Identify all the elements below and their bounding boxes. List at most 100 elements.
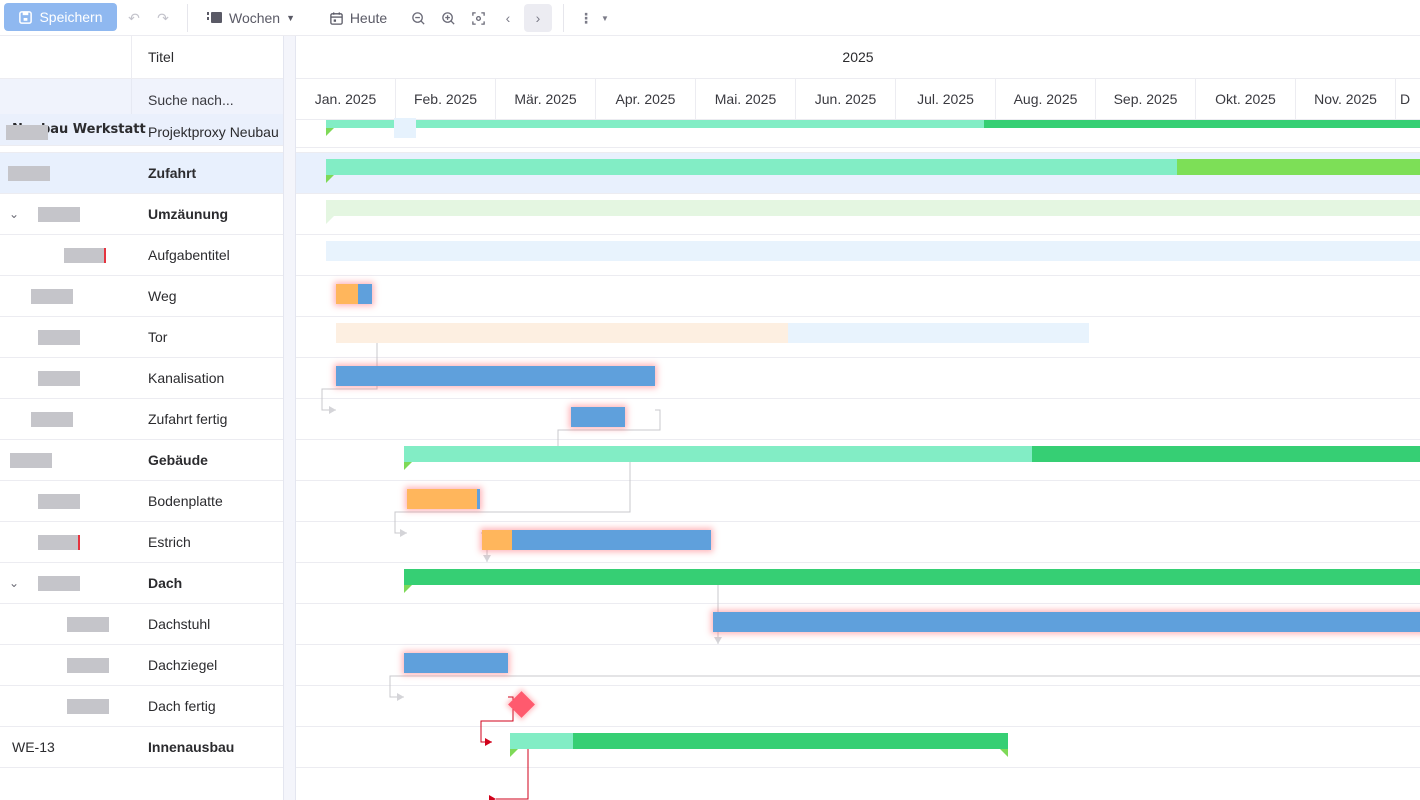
summary-bar-remaining[interactable] bbox=[1177, 159, 1420, 175]
task-row[interactable]: Dach fertig bbox=[0, 686, 283, 727]
chevron-down-icon[interactable]: ⌄ bbox=[9, 576, 19, 590]
more-menu-button[interactable]: ⋮ ▼ bbox=[578, 4, 610, 32]
task-remaining bbox=[571, 407, 625, 427]
task-progress bbox=[407, 489, 478, 509]
placeholder-bar-done[interactable] bbox=[336, 323, 788, 343]
redacted-id bbox=[38, 534, 80, 550]
task-remaining bbox=[336, 366, 655, 386]
task-bar[interactable] bbox=[336, 366, 655, 386]
task-title: Estrich bbox=[148, 534, 191, 550]
dependency-links bbox=[321, 327, 1420, 800]
task-row[interactable]: Dachstuhl bbox=[0, 604, 283, 645]
undo-button[interactable]: ↶ bbox=[120, 4, 148, 32]
task-remaining bbox=[477, 489, 480, 509]
task-bar[interactable] bbox=[407, 489, 480, 509]
redo-button[interactable]: ↷ bbox=[149, 4, 177, 32]
fit-screen-button[interactable] bbox=[464, 4, 492, 32]
task-title: Zufahrt fertig bbox=[148, 411, 228, 427]
summary-start-marker bbox=[326, 128, 334, 136]
task-id: WE-13 bbox=[12, 739, 55, 755]
task-row[interactable]: ⌄ Dach bbox=[0, 563, 283, 604]
summary-start-marker bbox=[510, 749, 518, 757]
task-row[interactable]: Kanalisation bbox=[0, 358, 283, 399]
summary-bar-remaining[interactable] bbox=[1032, 446, 1420, 462]
summary-bar-done[interactable] bbox=[510, 733, 573, 749]
task-bar[interactable] bbox=[713, 612, 1420, 632]
splitter-handle[interactable] bbox=[283, 36, 296, 800]
summary-bar-done[interactable] bbox=[326, 159, 1177, 175]
task-bar[interactable] bbox=[336, 284, 372, 304]
placeholder-bar[interactable] bbox=[394, 118, 416, 138]
summary-bar-collapsed[interactable] bbox=[326, 200, 1420, 216]
redacted-id bbox=[67, 616, 109, 632]
redo-icon: ↷ bbox=[157, 9, 169, 26]
view-scale-dropdown[interactable]: Wochen ▼ bbox=[203, 4, 299, 32]
dependency-link[interactable] bbox=[389, 675, 1420, 698]
placeholder-bar[interactable] bbox=[326, 241, 1420, 261]
task-title: Gebäude bbox=[148, 452, 208, 468]
fit-screen-icon bbox=[471, 11, 485, 25]
zoom-out-button[interactable] bbox=[404, 4, 432, 32]
task-row[interactable]: Tor bbox=[0, 317, 283, 358]
undo-icon: ↶ bbox=[128, 9, 140, 26]
task-progress bbox=[482, 530, 512, 550]
placeholder-bar-remaining[interactable] bbox=[788, 323, 1089, 343]
today-button[interactable]: Heute bbox=[322, 4, 394, 32]
task-title: Zufahrt bbox=[148, 165, 197, 181]
caret-down-icon: ▼ bbox=[601, 13, 609, 23]
task-row[interactable]: ⌄ Umzäunung bbox=[0, 194, 283, 235]
task-title: Dachziegel bbox=[148, 657, 218, 673]
task-title: Kanalisation bbox=[148, 370, 225, 386]
task-row[interactable]: Estrich bbox=[0, 522, 283, 563]
task-title: Dach fertig bbox=[148, 698, 216, 714]
task-row[interactable]: Dachziegel bbox=[0, 645, 283, 686]
task-title: Dachstuhl bbox=[148, 616, 211, 632]
redacted-id bbox=[38, 493, 80, 509]
summary-bar-remaining[interactable] bbox=[404, 569, 1420, 585]
summary-bar-remaining[interactable] bbox=[573, 733, 1008, 749]
task-title: Bodenplatte bbox=[148, 493, 223, 509]
task-row[interactable]: Bodenplatte bbox=[0, 481, 283, 522]
save-label: Speichern bbox=[39, 9, 103, 25]
task-title: Tor bbox=[148, 329, 168, 345]
zoom-in-button[interactable] bbox=[434, 4, 462, 32]
chevron-down-icon[interactable]: ⌄ bbox=[9, 207, 19, 221]
task-title: Dach bbox=[148, 575, 183, 591]
task-bar[interactable] bbox=[404, 653, 508, 673]
dependency-arrow-icon bbox=[714, 637, 722, 644]
zoom-out-icon bbox=[411, 11, 425, 25]
redacted-id bbox=[38, 575, 80, 591]
gantt-chart: 2025 Jan. 2025 Feb. 2025 Mär. 2025 Apr. 202… bbox=[296, 36, 1420, 800]
dependency-arrow-icon bbox=[483, 555, 491, 562]
summary-bar-done[interactable] bbox=[326, 120, 984, 128]
next-button[interactable]: › bbox=[524, 4, 552, 32]
redacted-id bbox=[67, 698, 109, 714]
task-row[interactable]: WE-13 Innenausbau bbox=[0, 727, 283, 768]
task-row[interactable]: Zufahrt bbox=[0, 153, 283, 194]
save-button[interactable]: Speichern bbox=[4, 3, 117, 31]
task-row[interactable]: Gebäude bbox=[0, 440, 283, 481]
task-row[interactable]: Weg bbox=[0, 276, 283, 317]
task-title: Innenausbau bbox=[148, 739, 235, 755]
task-remaining bbox=[511, 530, 711, 550]
id-column-header[interactable] bbox=[0, 36, 132, 79]
task-row[interactable]: Aufgabentitel bbox=[0, 235, 283, 276]
caret-down-icon: ▼ bbox=[286, 13, 296, 23]
summary-bar-remaining[interactable] bbox=[984, 120, 1420, 128]
task-title: Projektproxy Neubau bbox=[148, 124, 279, 140]
toolbar-divider bbox=[187, 4, 188, 32]
floppy-disk-icon bbox=[19, 10, 33, 24]
task-grid: Titel Suche nach... Neubau Werkstatt Pro… bbox=[0, 36, 286, 800]
task-bar[interactable] bbox=[571, 407, 625, 427]
summary-bar-done[interactable] bbox=[404, 446, 1032, 462]
redacted-id bbox=[31, 411, 73, 427]
summary-start-marker bbox=[404, 585, 412, 593]
task-bar[interactable] bbox=[482, 530, 711, 550]
task-row[interactable]: Projektproxy Neubau bbox=[0, 112, 283, 153]
task-title: Umzäunung bbox=[148, 206, 229, 222]
view-scale-label: Wochen bbox=[228, 10, 281, 26]
chevron-right-icon: › bbox=[535, 10, 541, 26]
task-row[interactable]: Zufahrt fertig bbox=[0, 399, 283, 440]
title-column-header[interactable]: Titel bbox=[132, 36, 283, 79]
previous-button[interactable]: ‹ bbox=[494, 4, 522, 32]
